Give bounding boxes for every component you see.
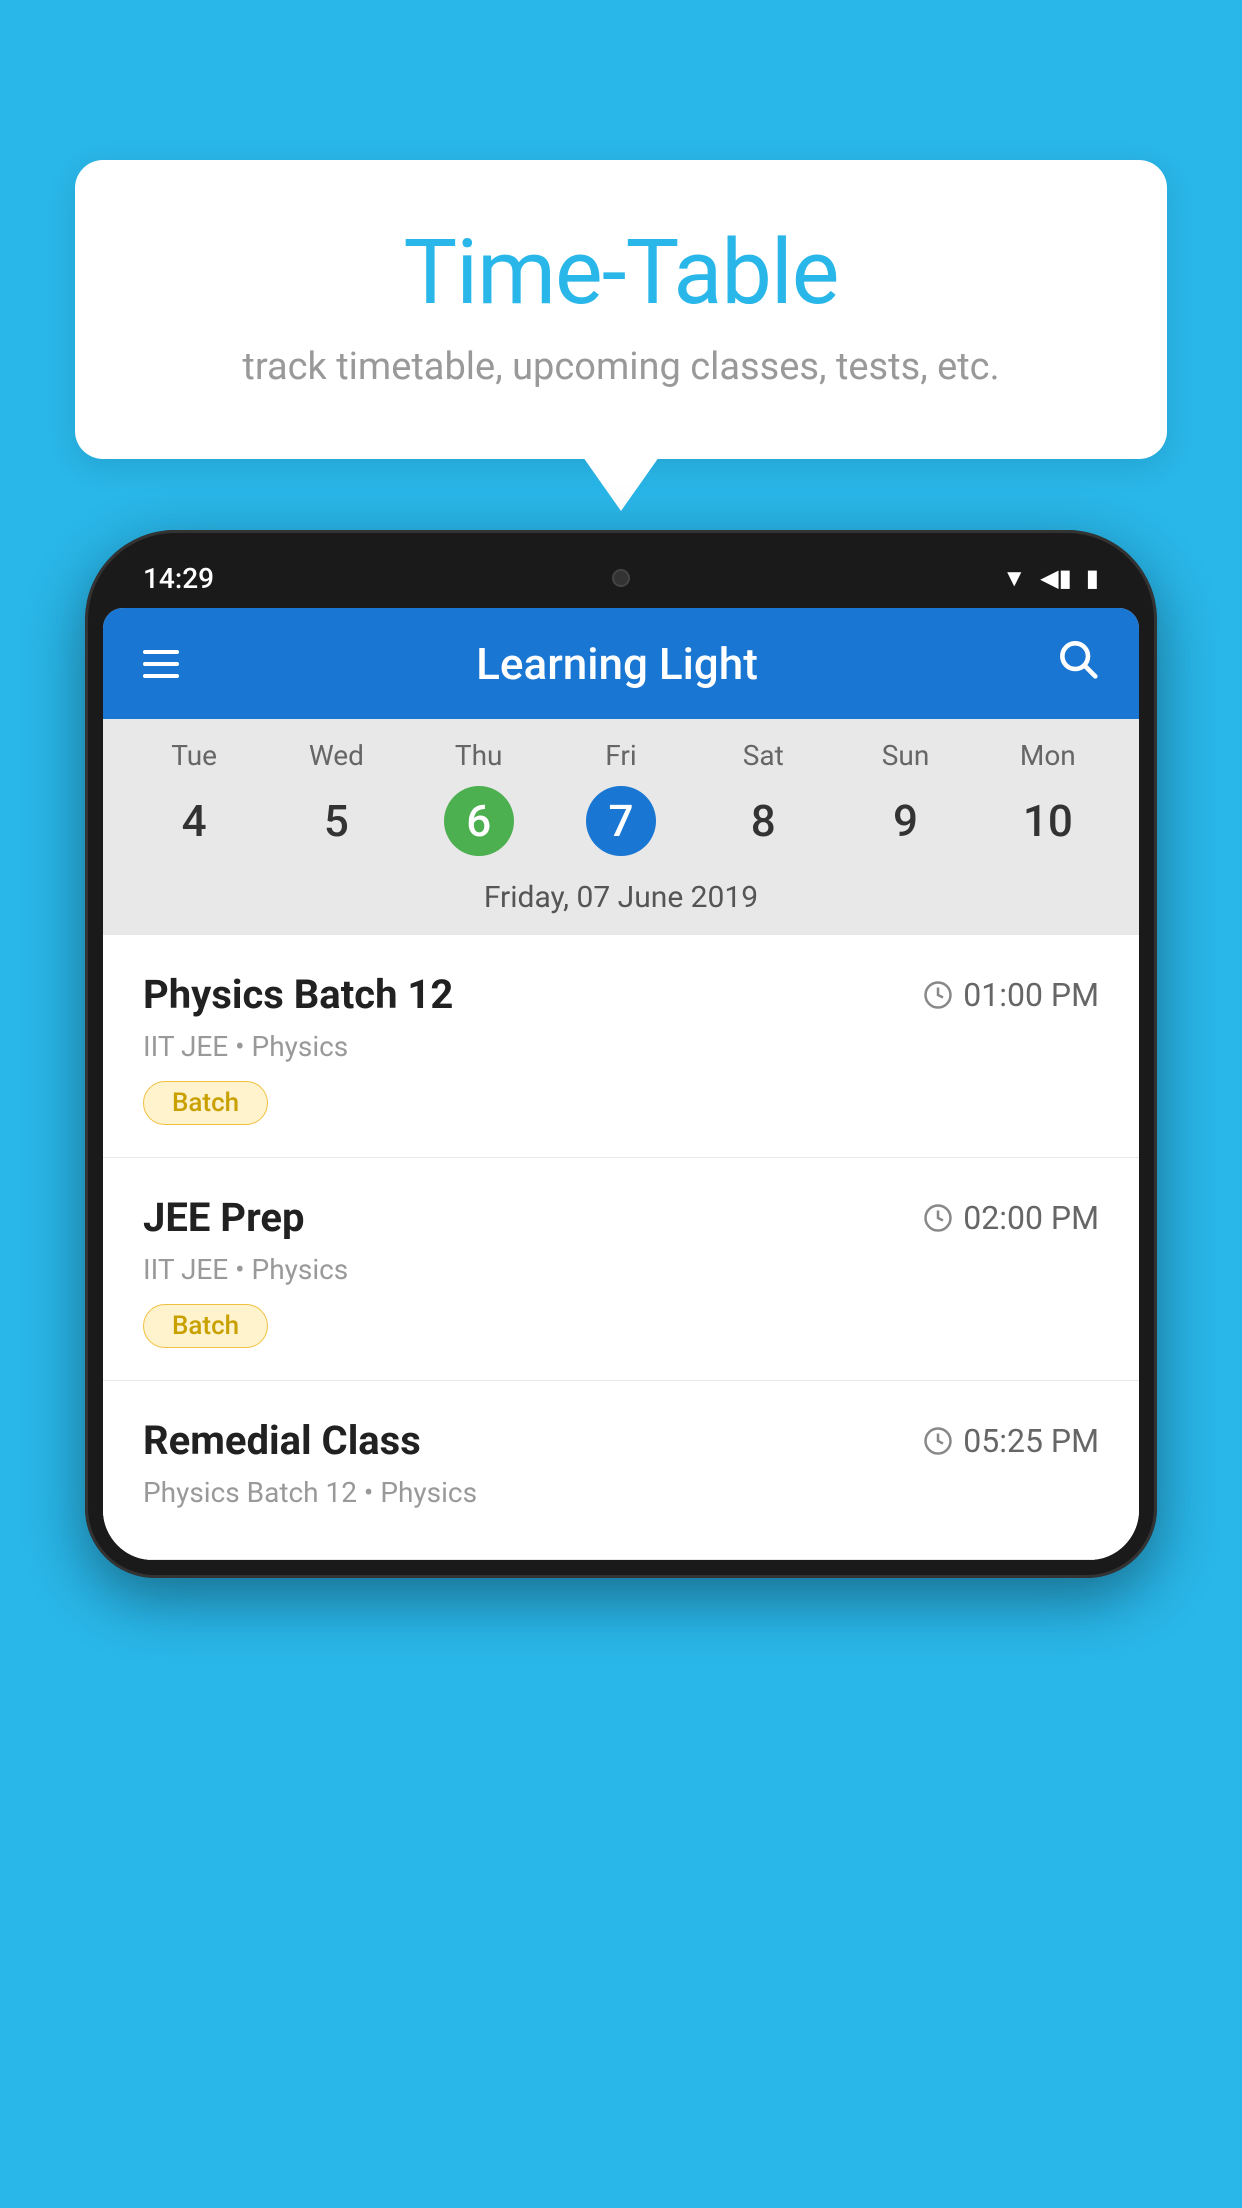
schedule-item[interactable]: Physics Batch 12 01:00 PM IIT JEE • Physic… bbox=[103, 935, 1139, 1158]
menu-button[interactable] bbox=[143, 650, 179, 678]
schedule-time: 02:00 PM bbox=[923, 1199, 1099, 1237]
day-number[interactable]: 9 bbox=[871, 786, 941, 856]
day-col-9[interactable]: Sun 9 bbox=[834, 739, 976, 856]
day-name: Sat bbox=[743, 739, 784, 772]
schedule-item-header: Physics Batch 12 01:00 PM bbox=[143, 971, 1099, 1018]
schedule-time: 05:25 PM bbox=[923, 1422, 1099, 1460]
clock-icon bbox=[923, 1426, 953, 1456]
days-row: Tue 4 Wed 5 Thu 6 Fri 7 Sat 8 Sun 9 Mon 10 bbox=[103, 719, 1139, 866]
phone-notch-bar: 14:29 ▼ ◀▮ ▮ bbox=[103, 548, 1139, 608]
app-header: Learning Light bbox=[103, 608, 1139, 719]
search-button[interactable] bbox=[1055, 636, 1099, 691]
day-col-6[interactable]: Thu 6 bbox=[408, 739, 550, 856]
day-name: Mon bbox=[1020, 739, 1076, 772]
status-time: 14:29 bbox=[143, 562, 214, 595]
schedule-meta: IIT JEE • Physics bbox=[143, 1030, 1099, 1063]
batch-badge: Batch bbox=[143, 1304, 268, 1348]
schedule-meta: IIT JEE • Physics bbox=[143, 1253, 1099, 1286]
app-title: Learning Light bbox=[476, 638, 758, 690]
day-number[interactable]: 6 bbox=[444, 786, 514, 856]
phone-screen: Learning Light Tue4Wed5Thu6Fri7Sat8Sun9M… bbox=[103, 608, 1139, 1560]
day-col-8[interactable]: Sat 8 bbox=[692, 739, 834, 856]
schedule-item[interactable]: JEE Prep 02:00 PM IIT JEE • Physics Batch bbox=[103, 1158, 1139, 1381]
schedule-list: Physics Batch 12 01:00 PM IIT JEE • Physic… bbox=[103, 935, 1139, 1560]
calendar-strip: Tue 4 Wed 5 Thu 6 Fri 7 Sat 8 Sun 9 Mon 10 Friday, 07… bbox=[103, 719, 1139, 935]
day-number[interactable]: 7 bbox=[586, 786, 656, 856]
schedule-meta: Physics Batch 12 • Physics bbox=[143, 1476, 1099, 1509]
day-number[interactable]: 8 bbox=[728, 786, 798, 856]
clock-icon bbox=[923, 980, 953, 1010]
wifi-icon: ▼ bbox=[1002, 564, 1026, 593]
schedule-item-header: Remedial Class 05:25 PM bbox=[143, 1417, 1099, 1464]
day-col-4[interactable]: Tue 4 bbox=[123, 739, 265, 856]
camera-notch bbox=[612, 569, 630, 587]
day-number[interactable]: 10 bbox=[1013, 786, 1083, 856]
day-number[interactable]: 5 bbox=[301, 786, 371, 856]
day-name: Wed bbox=[309, 739, 364, 772]
clock-icon bbox=[923, 1203, 953, 1233]
status-icons: ▼ ◀▮ ▮ bbox=[1002, 564, 1099, 593]
day-name: Tue bbox=[171, 739, 217, 772]
phone-mockup: 14:29 ▼ ◀▮ ▮ Learning Light bbox=[85, 530, 1157, 2208]
day-name: Sun bbox=[882, 739, 930, 772]
schedule-item[interactable]: Remedial Class 05:25 PM Physics Batch 12 •… bbox=[103, 1381, 1139, 1560]
schedule-item-header: JEE Prep 02:00 PM bbox=[143, 1194, 1099, 1241]
phone-notch bbox=[571, 556, 671, 600]
battery-icon: ▮ bbox=[1086, 564, 1099, 592]
day-col-5[interactable]: Wed 5 bbox=[265, 739, 407, 856]
bubble-subtitle: track timetable, upcoming classes, tests… bbox=[145, 345, 1097, 389]
day-col-7[interactable]: Fri 7 bbox=[550, 739, 692, 856]
day-name: Fri bbox=[605, 739, 636, 772]
signal-icon: ◀▮ bbox=[1040, 564, 1072, 592]
day-number[interactable]: 4 bbox=[159, 786, 229, 856]
speech-bubble: Time-Table track timetable, upcoming cla… bbox=[75, 160, 1167, 459]
schedule-title: JEE Prep bbox=[143, 1194, 304, 1241]
schedule-title: Remedial Class bbox=[143, 1417, 421, 1464]
day-col-10[interactable]: Mon 10 bbox=[977, 739, 1119, 856]
schedule-time: 01:00 PM bbox=[923, 976, 1099, 1014]
batch-badge: Batch bbox=[143, 1081, 268, 1125]
day-name: Thu bbox=[455, 739, 503, 772]
selected-date-label: Friday, 07 June 2019 bbox=[103, 866, 1139, 935]
schedule-title: Physics Batch 12 bbox=[143, 971, 453, 1018]
bubble-title: Time-Table bbox=[145, 220, 1097, 325]
